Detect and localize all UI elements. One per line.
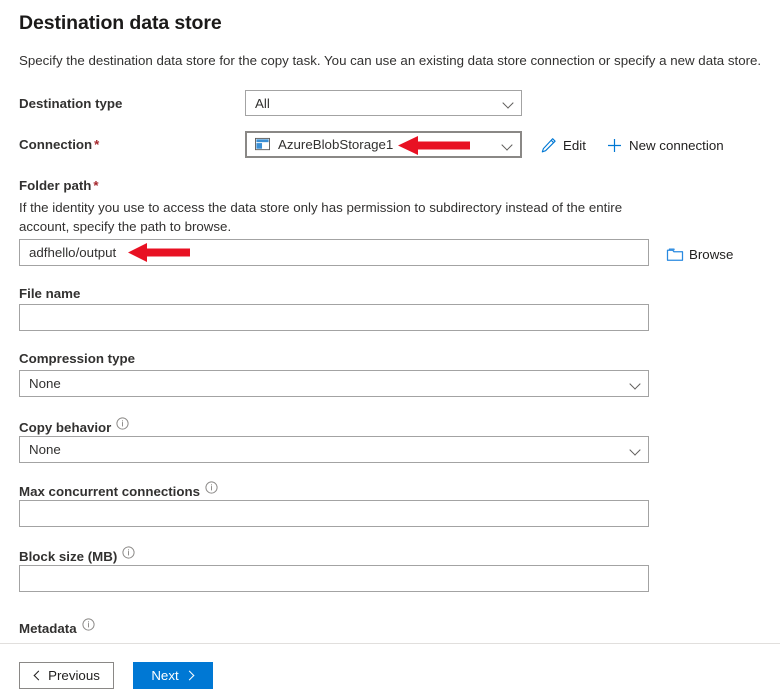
- copy-behavior-value: None: [29, 442, 624, 457]
- destination-data-store-panel: Destination data store Specify the desti…: [0, 0, 780, 698]
- max-concurrent-connections-label: Max concurrent connections: [19, 481, 218, 499]
- block-size-label-text: Block size (MB): [19, 549, 117, 564]
- chevron-right-icon: [186, 671, 195, 680]
- folder-path-label-text: Folder path: [19, 178, 91, 193]
- destination-type-dropdown[interactable]: All: [245, 90, 522, 116]
- max-concurrent-connections-label-text: Max concurrent connections: [19, 484, 200, 499]
- chevron-left-icon: [33, 671, 42, 680]
- connection-value: AzureBlobStorage1: [278, 137, 496, 152]
- new-connection-button[interactable]: New connection: [606, 135, 724, 155]
- info-icon[interactable]: [116, 417, 129, 430]
- previous-button-label: Previous: [48, 668, 100, 683]
- page-title: Destination data store: [19, 12, 222, 35]
- footer-divider: [0, 643, 780, 644]
- plus-icon: [606, 137, 623, 154]
- copy-behavior-label: Copy behavior: [19, 417, 129, 435]
- folder-path-input[interactable]: adfhello/output: [19, 239, 649, 266]
- required-marker: *: [94, 137, 99, 152]
- folder-path-label: Folder path*: [19, 178, 99, 193]
- info-icon[interactable]: [122, 546, 135, 559]
- browse-label: Browse: [689, 246, 733, 263]
- chevron-down-icon: [502, 139, 514, 151]
- info-icon[interactable]: [205, 481, 218, 494]
- copy-behavior-dropdown[interactable]: None: [19, 436, 649, 463]
- metadata-label: Metadata: [19, 618, 95, 636]
- block-size-input[interactable]: [19, 565, 649, 592]
- connection-label-text: Connection: [19, 137, 92, 152]
- edit-connection-label: Edit: [563, 137, 586, 154]
- info-icon[interactable]: [82, 618, 95, 631]
- required-marker: *: [93, 178, 98, 193]
- previous-button[interactable]: Previous: [19, 662, 114, 689]
- chevron-down-icon: [630, 444, 642, 456]
- destination-type-value: All: [255, 96, 497, 111]
- page-description: Specify the destination data store for t…: [19, 52, 775, 70]
- folder-path-helper: If the identity you use to access the da…: [19, 198, 659, 236]
- pencil-icon: [540, 137, 557, 154]
- browse-button[interactable]: Browse: [666, 244, 733, 264]
- file-name-label-text: File name: [19, 286, 80, 301]
- compression-type-value: None: [29, 376, 624, 391]
- connection-label: Connection*: [19, 137, 99, 152]
- file-name-label: File name: [19, 286, 80, 301]
- connection-dropdown[interactable]: AzureBlobStorage1: [245, 131, 522, 158]
- destination-type-label-text: Destination type: [19, 96, 122, 111]
- azure-blob-storage-icon: [255, 137, 270, 152]
- chevron-down-icon: [503, 97, 515, 109]
- next-button-label: Next: [151, 668, 178, 683]
- compression-type-label-text: Compression type: [19, 351, 135, 366]
- file-name-input[interactable]: [19, 304, 649, 331]
- chevron-down-icon: [630, 378, 642, 390]
- folder-icon: [666, 246, 683, 263]
- block-size-label: Block size (MB): [19, 546, 135, 564]
- metadata-label-text: Metadata: [19, 621, 77, 636]
- max-concurrent-connections-input[interactable]: [19, 500, 649, 527]
- compression-type-label: Compression type: [19, 351, 135, 366]
- folder-path-value: adfhello/output: [29, 245, 642, 260]
- compression-type-dropdown[interactable]: None: [19, 370, 649, 397]
- new-connection-label: New connection: [629, 137, 724, 154]
- destination-type-label: Destination type: [19, 96, 122, 111]
- edit-connection-button[interactable]: Edit: [540, 135, 586, 155]
- copy-behavior-label-text: Copy behavior: [19, 420, 111, 435]
- next-button[interactable]: Next: [133, 662, 213, 689]
